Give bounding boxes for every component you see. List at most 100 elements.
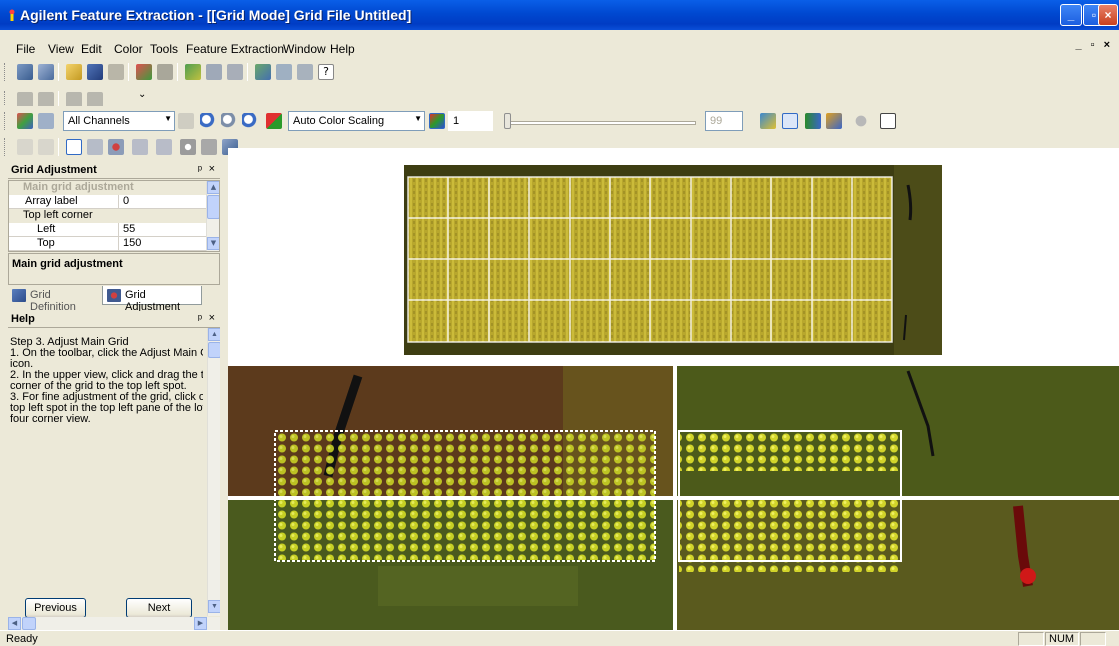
undo-icon[interactable] <box>17 139 33 155</box>
help-pane-header: Help ᵖ × <box>8 311 220 328</box>
image-settings-icon[interactable] <box>760 113 776 129</box>
scan-image-icon[interactable] <box>185 64 201 80</box>
feature-table-icon[interactable] <box>276 64 292 80</box>
menu-color[interactable]: Color <box>114 42 143 56</box>
num-lock-indicator: NUM <box>1045 632 1079 646</box>
image-channels-icon[interactable] <box>17 113 33 129</box>
toolbar-grip[interactable] <box>4 112 7 130</box>
menu-file[interactable]: File <box>16 42 35 56</box>
scroll-up-icon[interactable]: ▲ <box>207 181 219 194</box>
scroll-thumb[interactable] <box>208 342 220 358</box>
tab-grid-adjustment[interactable]: Grid Adjustment <box>102 286 202 313</box>
tab-grid-definition[interactable]: Grid Definition <box>8 286 100 313</box>
scroll-thumb[interactable] <box>22 617 36 630</box>
plot-icon[interactable] <box>782 113 798 129</box>
open-folder-icon[interactable] <box>66 64 82 80</box>
toolbar-grip[interactable] <box>4 138 7 156</box>
spot-finder-icon[interactable] <box>180 139 196 155</box>
text-output-icon[interactable] <box>297 64 313 80</box>
previous-button[interactable]: Previous <box>25 598 86 618</box>
close-button[interactable]: × <box>1098 4 1118 26</box>
close-icon[interactable]: × <box>209 312 215 324</box>
record-icon[interactable] <box>853 113 869 129</box>
histogram-icon[interactable] <box>826 113 842 129</box>
save-icon[interactable] <box>87 64 103 80</box>
fit-to-window-icon[interactable] <box>178 113 194 129</box>
channel-number-field[interactable]: 1 <box>448 111 493 131</box>
scroll-thumb[interactable] <box>207 195 219 219</box>
menu-tools[interactable]: Tools <box>150 42 178 56</box>
new-grid-icon[interactable] <box>17 64 33 80</box>
save-all-icon[interactable] <box>108 64 124 80</box>
slide-overview-image[interactable] <box>404 165 942 355</box>
four-corner-view-image[interactable] <box>228 366 1119 630</box>
scroll-down-icon[interactable]: ▼ <box>207 237 219 250</box>
stop-icon[interactable] <box>201 139 217 155</box>
pin-icon[interactable]: ᵖ <box>198 164 202 176</box>
status-cell-empty <box>1080 632 1106 646</box>
image-properties-icon[interactable] <box>38 113 54 129</box>
property-row-category[interactable]: ⊟ Main grid adjustment <box>9 181 207 195</box>
zoom-in-icon[interactable] <box>200 113 216 129</box>
adjust-spot-icon[interactable] <box>108 139 124 155</box>
status-bar: Ready NUM <box>0 630 1119 646</box>
slider-max-field[interactable]: 99 <box>705 111 743 131</box>
color-scaling-icon[interactable] <box>266 113 282 129</box>
grid-lines-icon[interactable] <box>156 139 172 155</box>
multicolor-palette-icon[interactable] <box>429 113 445 129</box>
scroll-left-icon[interactable]: ◀ <box>8 617 21 630</box>
project-icon[interactable] <box>157 64 173 80</box>
minimize-button[interactable]: _ <box>1060 4 1082 26</box>
adjust-subgrid-icon[interactable] <box>87 139 103 155</box>
help-horizontal-scrollbar[interactable]: ◀ ▶ <box>8 617 220 630</box>
menu-view[interactable]: View <box>48 42 74 56</box>
title-bar[interactable]: Agilent Feature Extraction - [[Grid Mode… <box>0 0 1119 30</box>
image-view-area[interactable] <box>228 148 1119 630</box>
property-row[interactable]: Array label 0 <box>9 195 207 209</box>
select-icon[interactable] <box>132 139 148 155</box>
scroll-down-icon[interactable]: ▼ <box>208 600 220 613</box>
property-row[interactable]: Top 150 <box>9 237 207 251</box>
property-value[interactable]: 0 <box>123 195 129 207</box>
grid-template-icon[interactable] <box>206 64 222 80</box>
property-grid: ⊟ Main grid adjustment Array label 0 ⊟ T… <box>8 180 220 252</box>
channel-select-value: All Channels <box>68 115 130 127</box>
property-grid-scrollbar[interactable]: ▲ ▼ <box>206 181 219 251</box>
new-template-icon[interactable] <box>38 64 54 80</box>
help-icon[interactable]: ? <box>318 64 334 80</box>
toolbar-dropdown-arrow-icon[interactable]: ⌄ <box>138 89 146 100</box>
mdi-window-controls[interactable]: _ ▫ × <box>1075 39 1113 51</box>
menu-feature-extraction[interactable]: Feature Extraction <box>186 42 284 56</box>
intensity-slider-thumb[interactable] <box>504 113 511 129</box>
extract-icon[interactable] <box>136 64 152 80</box>
property-key: Array label <box>9 195 119 209</box>
redo-icon[interactable] <box>38 139 54 155</box>
scroll-right-icon[interactable]: ▶ <box>194 617 207 630</box>
grid-view-icon[interactable] <box>880 113 896 129</box>
scroll-up-icon[interactable]: ▲ <box>208 328 220 341</box>
zoom-out-icon[interactable] <box>221 113 237 129</box>
pin-icon[interactable]: ᵖ <box>198 313 202 325</box>
property-value[interactable]: 150 <box>123 237 141 249</box>
channel-select[interactable]: All Channels ▼ <box>63 111 175 131</box>
property-row[interactable]: Left 55 <box>9 223 207 237</box>
property-value[interactable]: 55 <box>123 223 135 235</box>
toolbar-grip[interactable] <box>4 63 7 81</box>
qc-report-icon[interactable] <box>255 64 271 80</box>
color-scaling-select[interactable]: Auto Color Scaling ▼ <box>288 111 425 131</box>
menu-window[interactable]: Window <box>283 42 326 56</box>
close-icon[interactable]: × <box>209 163 215 175</box>
property-row-category[interactable]: ⊟ Top left corner <box>9 209 207 223</box>
intensity-slider-track[interactable] <box>506 121 696 125</box>
zoom-full-icon[interactable] <box>242 113 258 129</box>
feature-plot-icon[interactable] <box>805 113 821 129</box>
next-button[interactable]: Next <box>126 598 192 618</box>
protocol-icon[interactable] <box>227 64 243 80</box>
help-line: 1. On the toolbar, click the Adjust Main… <box>10 347 203 359</box>
adjust-main-grid-icon[interactable] <box>66 139 82 155</box>
help-scrollbar[interactable]: ▲ ▼ <box>207 328 220 616</box>
property-key: Main grid adjustment <box>9 181 207 195</box>
property-key: Top <box>9 237 119 251</box>
menu-edit[interactable]: Edit <box>81 42 102 56</box>
menu-help[interactable]: Help <box>330 42 355 56</box>
